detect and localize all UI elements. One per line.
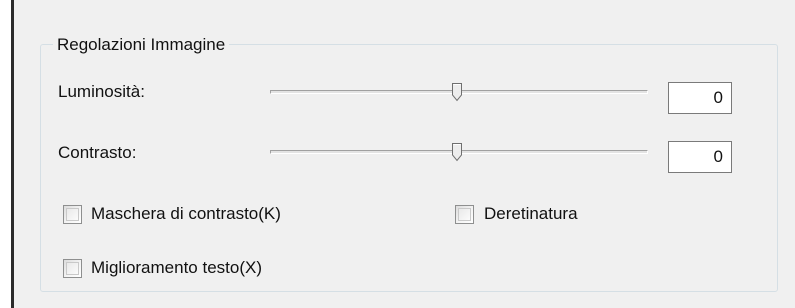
- descreening-checkbox[interactable]: [455, 205, 474, 224]
- slider-thumb-icon: [452, 143, 462, 162]
- contrast-label: Contrasto:: [58, 143, 137, 162]
- contrast-value-field[interactable]: 0: [668, 141, 732, 173]
- contrast-slider-thumb[interactable]: [451, 142, 463, 162]
- descreening-label[interactable]: Deretinatura: [484, 204, 578, 224]
- slider-thumb-icon: [452, 83, 462, 102]
- group-title: Regolazioni Immagine: [53, 34, 230, 56]
- brightness-slider-thumb[interactable]: [451, 82, 463, 102]
- text-enhancement-checkbox[interactable]: [63, 259, 82, 278]
- unsharp-mask-label[interactable]: Maschera di contrasto(K): [91, 204, 281, 224]
- text-enhancement-label[interactable]: Miglioramento testo(X): [91, 258, 262, 278]
- brightness-value-field[interactable]: 0: [668, 82, 732, 114]
- brightness-label: Luminosità:: [58, 82, 145, 101]
- unsharp-mask-checkbox[interactable]: [63, 205, 82, 224]
